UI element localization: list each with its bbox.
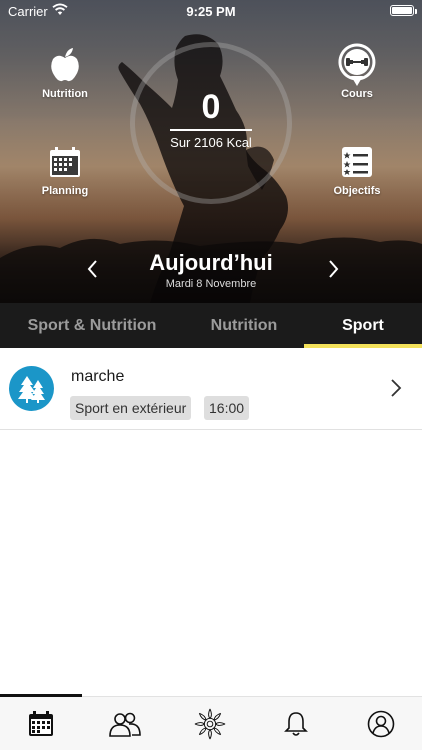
- activity-category-badge: Sport en extérieur: [70, 396, 192, 420]
- cours-label: Cours: [341, 88, 373, 100]
- activity-list-item[interactable]: marche Sport en extérieur 16:00: [0, 348, 422, 430]
- tab-sport-nutrition[interactable]: Sport & Nutrition: [0, 303, 184, 348]
- objectifs-label: Objectifs: [333, 185, 381, 197]
- tab-nutrition[interactable]: Nutrition: [184, 303, 304, 348]
- flower-tab-icon[interactable]: [193, 707, 227, 741]
- clock: 9:25 PM: [186, 4, 236, 19]
- calendar-icon: [20, 143, 110, 181]
- battery-icon: [390, 5, 414, 16]
- active-tab-indicator: [0, 694, 82, 697]
- calorie-summary: 0 Sur 2106 Kcal: [130, 88, 292, 150]
- profile-tab-icon[interactable]: [364, 707, 398, 741]
- calorie-goal: Sur 2106 Kcal: [170, 134, 252, 150]
- calendar-tab-icon[interactable]: [24, 707, 58, 741]
- activity-time-badge: 16:00: [204, 396, 250, 420]
- cours-shortcut[interactable]: Cours: [312, 43, 402, 100]
- planning-shortcut[interactable]: Planning: [20, 143, 110, 197]
- bottom-tab-bar: [0, 694, 422, 750]
- nutrition-shortcut[interactable]: Nutrition: [20, 46, 110, 100]
- next-day-chevron-right-icon[interactable]: [322, 258, 344, 280]
- trees-icon: [9, 366, 54, 411]
- calorie-divider: [170, 129, 252, 131]
- calorie-value: 0: [201, 88, 221, 126]
- day-title: Aujourd’hui: [149, 250, 273, 275]
- planning-label: Planning: [41, 185, 89, 197]
- status-bar: Carrier 9:25 PM: [0, 0, 422, 22]
- activity-name: marche: [71, 368, 125, 385]
- day-date: Mardi 8 Novembre: [165, 278, 257, 290]
- segment-tabs: Sport & Nutrition Nutrition Sport: [0, 303, 422, 348]
- day-navigator: Aujourd’hui Mardi 8 Novembre: [0, 250, 422, 294]
- tab-sport[interactable]: Sport: [304, 303, 422, 348]
- apple-icon: [20, 46, 110, 84]
- nutrition-label: Nutrition: [42, 88, 88, 100]
- community-tab-icon[interactable]: [108, 707, 142, 741]
- notifications-tab-bell-icon[interactable]: [279, 707, 313, 741]
- checklist-icon: [312, 143, 402, 181]
- dumbbell-icon: [312, 43, 402, 86]
- objectifs-shortcut[interactable]: Objectifs: [312, 143, 402, 197]
- chevron-right-icon: [390, 378, 402, 403]
